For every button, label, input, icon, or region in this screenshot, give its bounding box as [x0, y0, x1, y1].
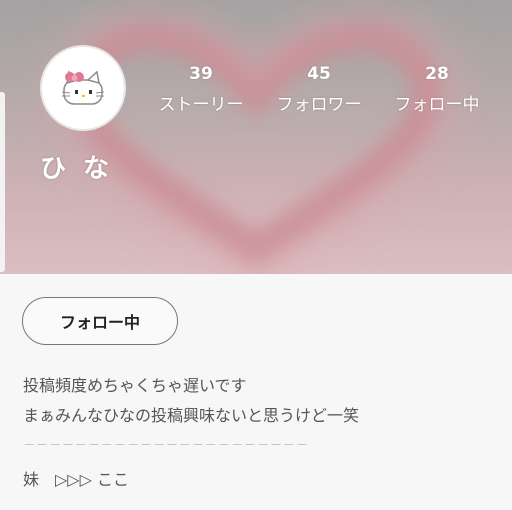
hello-kitty-pixel-icon: [61, 70, 105, 105]
following-label: フォロー中: [394, 95, 480, 115]
heart-background-icon: [0, 0, 512, 274]
cover-image: [0, 0, 512, 274]
avatar[interactable]: [40, 45, 126, 131]
followers-count: 45: [307, 64, 331, 84]
stories-count: 39: [189, 64, 213, 84]
bio-divider: －－－－－－－－－－－－－－－－－－－－－－: [23, 438, 310, 452]
following-button[interactable]: フォロー中: [22, 297, 178, 345]
profile-page: ひ な 39 ストーリー 45 フォロワー 28 フォロー中 フォロー中 投稿頻…: [0, 0, 512, 510]
bio-line-2: まぁみんなひなの投稿興味ないと思うけど一笑: [23, 406, 360, 425]
username: ひ な: [40, 154, 114, 184]
followers-label: フォロワー: [276, 95, 362, 115]
followers-stat[interactable]: 45 フォロワー: [259, 64, 379, 115]
following-stat[interactable]: 28 フォロー中: [377, 64, 497, 115]
stories-stat[interactable]: 39 ストーリー: [141, 64, 261, 115]
stories-label: ストーリー: [158, 95, 244, 115]
following-count: 28: [425, 64, 449, 84]
bio-line-1: 投稿頻度めちゃくちゃ遅いです: [23, 376, 247, 395]
bio-line-3: 妹 ▷▷▷ ここ: [23, 470, 130, 489]
edge-scroll-hint: [0, 92, 5, 272]
